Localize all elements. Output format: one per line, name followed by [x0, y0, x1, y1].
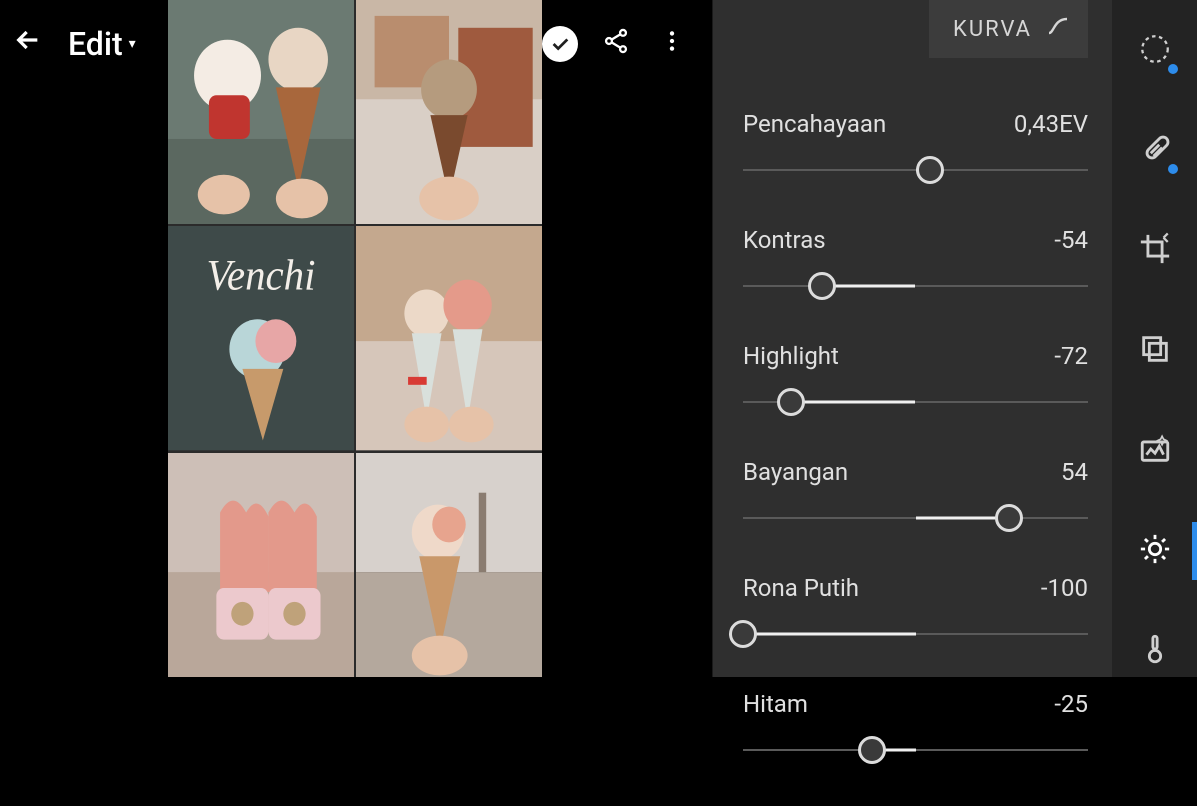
presets-icon: [1138, 432, 1172, 470]
svg-text:Venchi: Venchi: [206, 252, 315, 301]
topbar: Edit ▾: [0, 0, 712, 88]
slider-thumb[interactable]: [995, 504, 1023, 532]
curve-icon: [1046, 14, 1070, 44]
slider-label: Bayangan: [743, 458, 848, 486]
slider[interactable]: [743, 388, 1088, 416]
slider[interactable]: [743, 620, 1088, 648]
slider-value: -25: [1054, 690, 1088, 718]
photo-tile: Venchi: [168, 226, 354, 450]
share-button[interactable]: [588, 27, 644, 62]
caret-down-icon: ▾: [129, 36, 136, 52]
badge-icon: [1166, 162, 1180, 176]
color-tool[interactable]: [1132, 628, 1178, 674]
slider-value: -72: [1054, 342, 1088, 370]
slider-row: Kontras -54: [743, 226, 1088, 300]
slider-label: Hitam: [743, 690, 808, 718]
slider-list: Pencahayaan 0,43EV Kontras -54 Highlight -72 B…: [743, 58, 1088, 806]
photo-tile: [168, 453, 354, 677]
confirm-button[interactable]: [542, 26, 578, 62]
slider-value: -54: [1054, 226, 1088, 254]
slider-label: Kontras: [743, 226, 826, 254]
slider-row: Pencahayaan 0,43EV: [743, 110, 1088, 184]
slider-label: Highlight: [743, 342, 839, 370]
back-button[interactable]: [12, 24, 68, 64]
slider-value: 0,43EV: [1014, 110, 1088, 138]
slider[interactable]: [743, 736, 1088, 764]
photo-tile: [356, 226, 542, 450]
slider[interactable]: [743, 504, 1088, 532]
crop-tool[interactable]: [1132, 228, 1178, 274]
slider-thumb[interactable]: [777, 388, 805, 416]
slider-label: Rona Putih: [743, 574, 859, 602]
slider-label: Pencahayaan: [743, 110, 886, 138]
edit-dropdown[interactable]: Edit ▾: [68, 25, 136, 63]
versions-icon: [1138, 332, 1172, 370]
more-button[interactable]: [644, 28, 700, 61]
slider-thumb[interactable]: [916, 156, 944, 184]
healing-tool[interactable]: [1132, 128, 1178, 174]
slider-row: Rona Putih -100: [743, 574, 1088, 648]
slider-value: -100: [1041, 574, 1088, 602]
masking-tool[interactable]: [1132, 28, 1178, 74]
slider-row: Bayangan 54: [743, 458, 1088, 532]
curves-tab[interactable]: KURVA: [929, 0, 1088, 58]
color-icon: [1138, 632, 1172, 670]
tab-label: KURVA: [953, 17, 1032, 42]
page-title: Edit: [68, 25, 123, 63]
slider-row: Hitam -25: [743, 690, 1088, 764]
photo-grid[interactable]: Venchi: [168, 0, 542, 677]
preview-pane: Edit ▾: [0, 0, 712, 677]
slider-value: 54: [1061, 458, 1088, 486]
photo-tile: [356, 453, 542, 677]
slider-row: Highlight -72: [743, 342, 1088, 416]
presets-tool[interactable]: [1132, 428, 1178, 474]
slider-thumb[interactable]: [808, 272, 836, 300]
tool-rail: [1112, 0, 1197, 677]
crop-icon: [1138, 232, 1172, 270]
slider[interactable]: [743, 272, 1088, 300]
light-tool[interactable]: [1132, 528, 1178, 574]
slider-thumb[interactable]: [858, 736, 886, 764]
light-icon: [1138, 532, 1172, 570]
badge-icon: [1166, 62, 1180, 76]
edit-panel: KURVA Pencahayaan 0,43EV Kontras -54 Highlig…: [712, 0, 1112, 677]
slider-thumb[interactable]: [729, 620, 757, 648]
slider[interactable]: [743, 156, 1088, 184]
versions-tool[interactable]: [1132, 328, 1178, 374]
